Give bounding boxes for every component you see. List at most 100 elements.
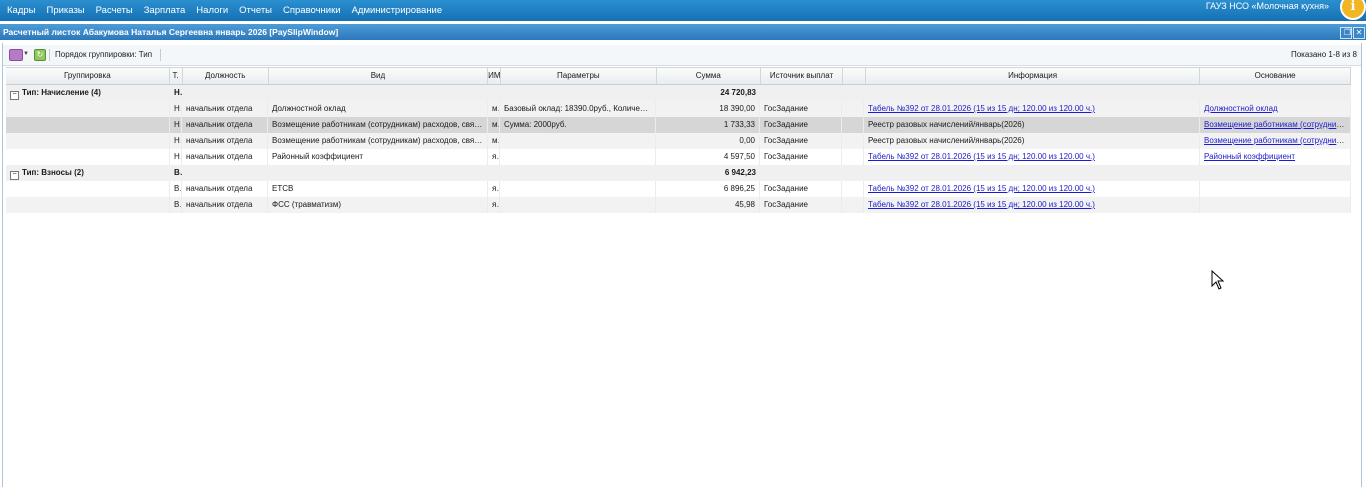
menu-item[interactable]: Налоги <box>191 5 233 16</box>
paging-info: Показано 1-8 из 8 <box>1290 50 1357 59</box>
toolbar-separator <box>49 49 50 61</box>
source-cell: ГосЗадание <box>760 181 842 197</box>
row-type: Н. <box>170 133 182 149</box>
info-link[interactable]: Табель №392 от 28.01.2026 (15 из 15 дн; … <box>868 152 1095 161</box>
group-label: Тип: Взносы (2) <box>22 168 84 177</box>
im-cell: я. <box>488 197 500 213</box>
group-type: Н <box>174 88 180 97</box>
menu-item[interactable]: Приказы <box>41 5 89 16</box>
toolbar-separator <box>160 49 161 61</box>
im-cell: м. <box>488 133 500 149</box>
column-header[interactable]: Информация <box>866 68 1201 84</box>
kind-cell: Возмещение работникам (сотрудникам) расх… <box>268 133 488 149</box>
add-button[interactable] <box>9 49 23 61</box>
collapse-icon[interactable]: − <box>10 171 19 180</box>
info-link[interactable]: Табель №392 от 28.01.2026 (15 из 15 дн; … <box>868 104 1095 113</box>
kind-cell: Районный коэффициент <box>268 149 488 165</box>
table-row[interactable]: Н. начальник отдела Возмещение работникам … <box>6 117 1351 133</box>
sum-cell: 45,98 <box>656 197 760 213</box>
blank-cell <box>842 197 864 213</box>
close-icon[interactable]: ✕ <box>1353 27 1365 39</box>
column-header[interactable]: Т. <box>170 68 183 84</box>
position-cell: начальник отдела <box>182 149 268 165</box>
source-cell: ГосЗадание <box>760 133 842 149</box>
grid-rows: − Тип: Начисление (4) Н 24 720,83 Н. начальни… <box>6 85 1351 213</box>
params-cell <box>500 197 656 213</box>
params-cell <box>500 149 656 165</box>
menu-item[interactable]: Отчеты <box>234 5 277 16</box>
kind-cell: Должностной оклад <box>268 101 488 117</box>
blank-cell <box>842 149 864 165</box>
menu-item[interactable]: Расчеты <box>91 5 138 16</box>
menu-item[interactable]: Администрирование <box>347 5 448 16</box>
position-cell: начальник отдела <box>182 101 268 117</box>
column-header[interactable]: Параметры <box>501 68 657 84</box>
sum-cell: 6 896,25 <box>656 181 760 197</box>
menu-item[interactable]: Зарплата <box>139 5 191 16</box>
info-cell: Реестр разовых начислений/январь(2026) <box>864 117 1200 133</box>
sum-cell: 0,00 <box>656 133 760 149</box>
table-row[interactable]: Н. начальник отдела Возмещение работникам … <box>6 133 1351 149</box>
sum-cell: 18 390,00 <box>656 101 760 117</box>
position-cell: начальник отдела <box>182 117 268 133</box>
blank-cell <box>842 181 864 197</box>
params-cell: Базовый оклад: 18390.0руб., Количество..… <box>500 101 656 117</box>
info-link[interactable]: Табель №392 от 28.01.2026 (15 из 15 дн; … <box>868 184 1095 193</box>
row-type: Н. <box>170 117 182 133</box>
collapse-icon[interactable]: − <box>10 91 19 100</box>
params-cell: Сумма: 2000руб. <box>500 117 656 133</box>
source-cell: ГосЗадание <box>760 101 842 117</box>
source-cell: ГосЗадание <box>760 117 842 133</box>
column-header[interactable]: Вид <box>269 68 489 84</box>
window-title: Расчетный листок Абакумова Наталья Серге… <box>3 27 339 37</box>
info-link[interactable]: Табель №392 от 28.01.2026 (15 из 15 дн; … <box>868 200 1095 209</box>
position-cell: начальник отдела <box>182 197 268 213</box>
column-header[interactable] <box>843 68 866 84</box>
info-cell: Реестр разовых начислений/январь(2026) <box>864 133 1200 149</box>
column-header[interactable]: Группировка <box>6 68 170 84</box>
window-titlebar: Расчетный листок Абакумова Наталья Серге… <box>0 24 1366 40</box>
blank-cell <box>842 101 864 117</box>
group-row[interactable]: − Тип: Взносы (2) В 6 942,23 <box>6 165 1351 181</box>
kind-cell: ЕТСВ <box>268 181 488 197</box>
basis-link[interactable]: Возмещение работникам (сотрудникам)... <box>1204 120 1350 129</box>
params-cell <box>500 181 656 197</box>
organization-name: ГАУЗ НСО «Молочная кухня» <box>1205 1 1329 11</box>
im-cell: я. <box>488 149 500 165</box>
row-type: В. <box>170 197 182 213</box>
column-header[interactable]: Источник выплат <box>761 68 844 84</box>
column-header[interactable]: Сумма <box>657 68 761 84</box>
chevron-down-icon[interactable]: ▼ <box>23 51 29 57</box>
basis-link[interactable]: Возмещение работникам (сотрудникам)... <box>1204 136 1350 145</box>
group-row[interactable]: − Тип: Начисление (4) Н 24 720,83 <box>6 85 1351 101</box>
table-row[interactable]: В. начальник отдела ФСС (травматизм) я. 45,9… <box>6 197 1351 213</box>
column-header[interactable]: ИМ <box>488 68 501 84</box>
table-row[interactable]: Н. начальник отдела Районный коэффициент я.… <box>6 149 1351 165</box>
group-total: 6 942,23 <box>724 168 756 177</box>
column-header[interactable]: Основание <box>1200 68 1351 84</box>
source-cell: ГосЗадание <box>760 149 842 165</box>
blank-cell <box>842 133 864 149</box>
group-order-label: Порядок группировки: Тип <box>55 50 153 59</box>
restore-icon[interactable]: ❐ <box>1340 27 1352 39</box>
table-row[interactable]: В. начальник отдела ЕТСВ я. 6 896,25 ГосЗадан… <box>6 181 1351 197</box>
column-header[interactable]: Должность <box>183 68 269 84</box>
basis-link[interactable]: Должностной оклад <box>1204 104 1278 113</box>
row-type: В. <box>170 181 182 197</box>
kind-cell: Возмещение работникам (сотрудникам) расх… <box>268 117 488 133</box>
basis-link[interactable]: Районный коэффициент <box>1204 152 1295 161</box>
menu-item[interactable]: Кадры <box>2 5 40 16</box>
group-type: В <box>174 168 180 177</box>
row-type: Н. <box>170 149 182 165</box>
group-total: 24 720,83 <box>720 88 756 97</box>
info-icon[interactable]: i <box>1340 0 1366 20</box>
menu-item[interactable]: Справочники <box>278 5 346 16</box>
group-label: Тип: Начисление (4) <box>22 88 101 97</box>
params-cell <box>500 133 656 149</box>
toolbar: ▼ ↻ Порядок группировки: Тип Показано 1-… <box>3 45 1361 66</box>
main-menu: Кадры Приказы Расчеты Зарплата Налоги Отчеты С… <box>2 0 448 21</box>
payslip-grid: Группировка Т. Должность Вид ИМ Параметры Сумм… <box>6 67 1351 213</box>
im-cell: я. <box>488 181 500 197</box>
refresh-button[interactable]: ↻ <box>34 49 46 61</box>
table-row[interactable]: Н. начальник отдела Должностной оклад м. Баз… <box>6 101 1351 117</box>
